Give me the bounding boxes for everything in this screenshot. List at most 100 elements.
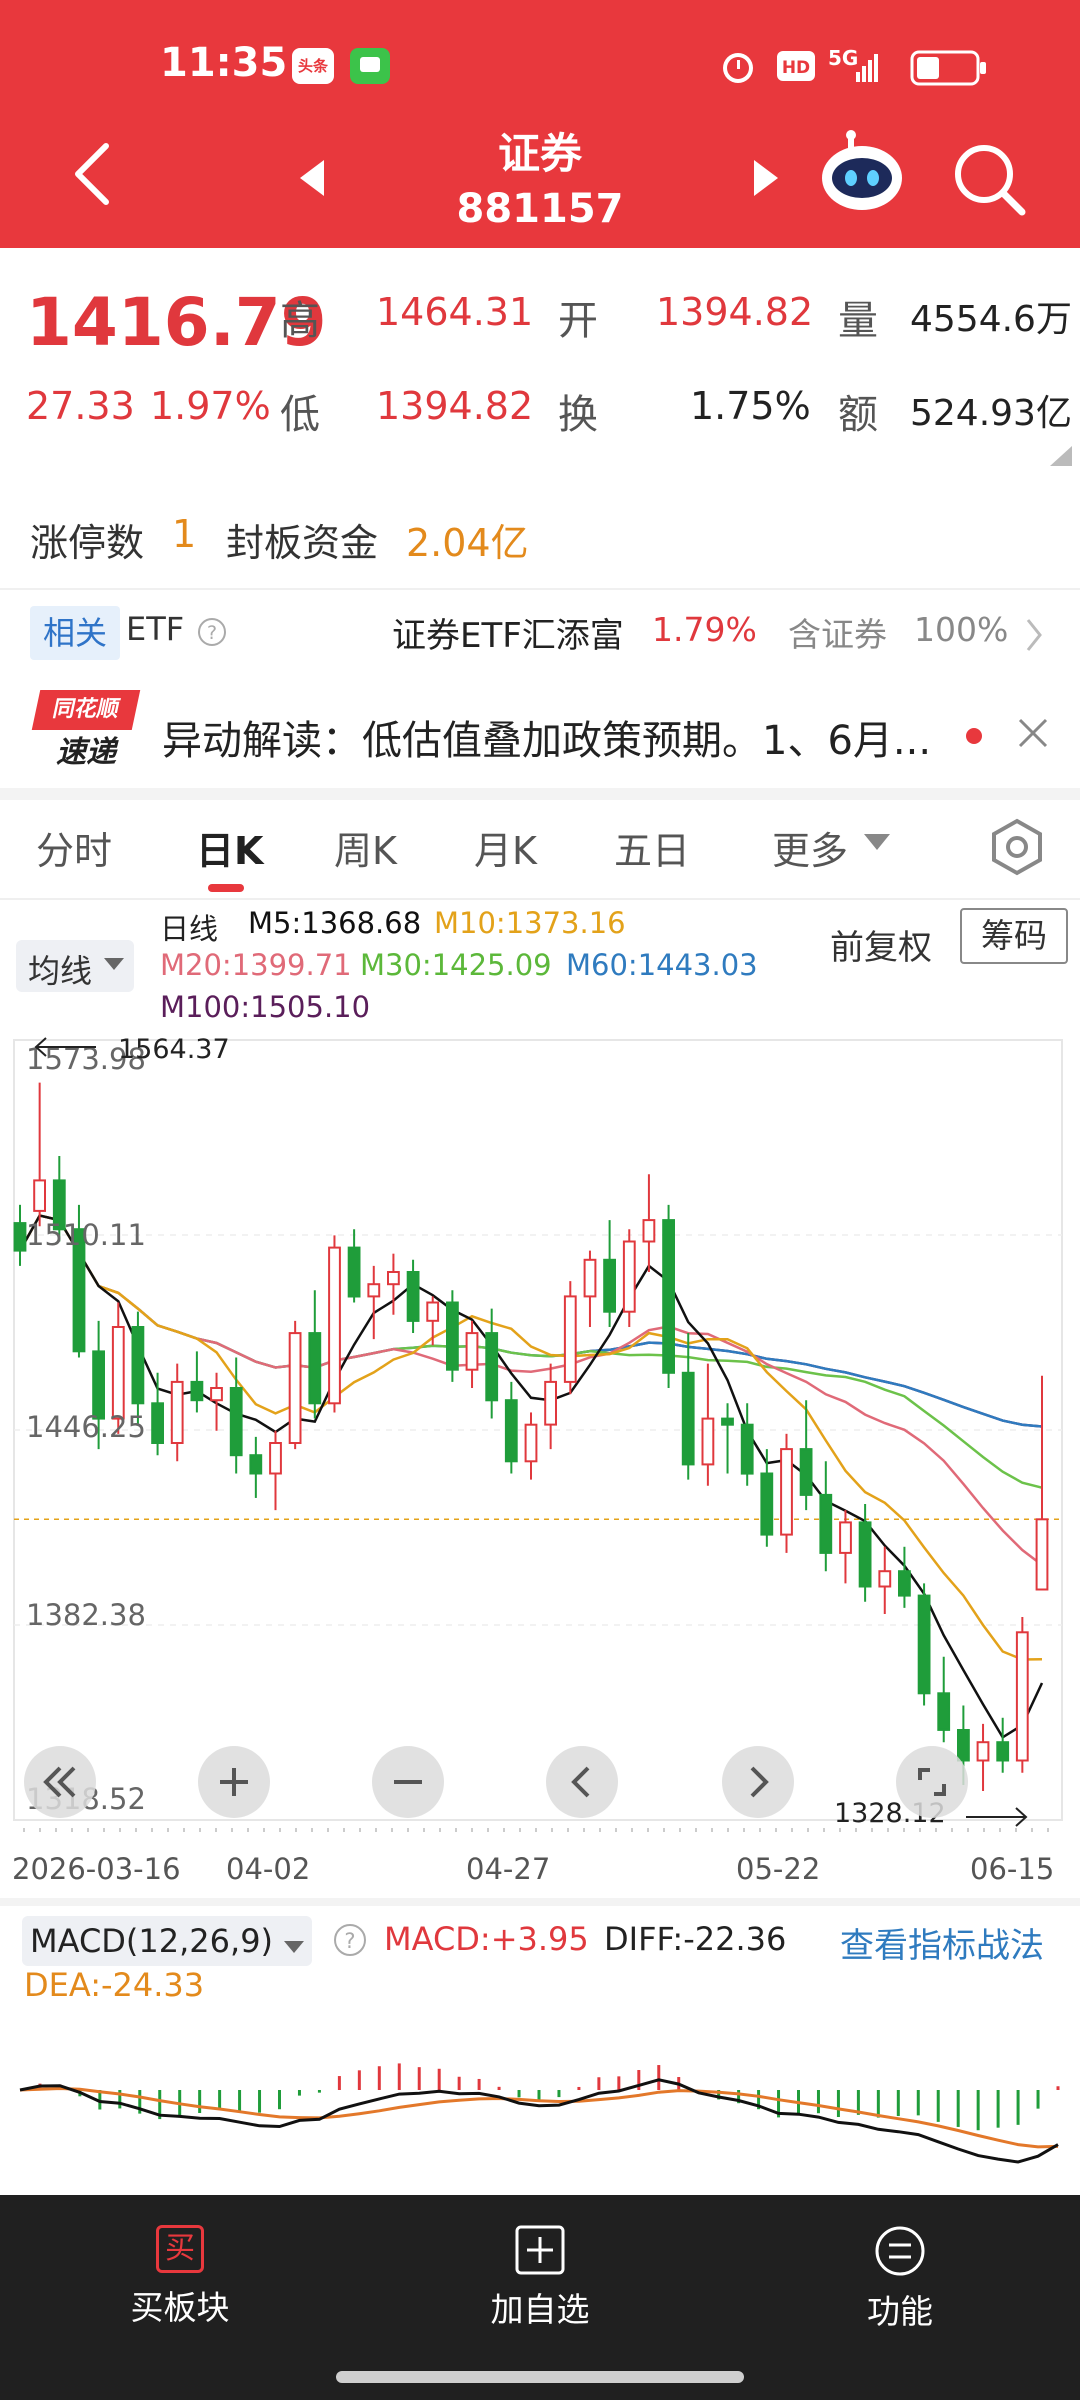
candle-body [387, 1271, 400, 1286]
limit-up-label: 涨停数 [30, 521, 145, 565]
candle-body [288, 1332, 302, 1445]
page-title: 证券 [497, 129, 582, 178]
candle-body [642, 1219, 656, 1243]
ma-selector[interactable]: 均线 [16, 940, 134, 992]
etf-pct: 1.79% [652, 610, 757, 649]
min-arrow-icon [966, 1807, 1028, 1827]
contain-pct: 100% [914, 610, 1009, 649]
ma60-label: M60:1443.03 [566, 948, 758, 982]
robot-assistant-icon[interactable] [818, 130, 906, 218]
candle-body [721, 1417, 734, 1426]
settings-hexagon-icon[interactable] [988, 818, 1046, 876]
news-text: 异动解读：低估值叠加政策预期。1、6月... [162, 718, 932, 764]
strategy-link[interactable]: 查看指标战法 [840, 1918, 1044, 1967]
candle-body [622, 1240, 636, 1313]
candle-body [170, 1380, 184, 1444]
related-etf-row[interactable]: 相关 ETF ? 证券ETF汇添富 1.79% 含证券 100% [0, 598, 1080, 674]
home-indicator [336, 2371, 744, 2383]
dea-value: DEA:-24.33 [24, 1966, 205, 2004]
candle-body [583, 1258, 597, 1298]
search-icon[interactable] [952, 142, 1028, 218]
x-tick-label: 04-27 [466, 1852, 551, 1886]
macd-chart [19, 2063, 1060, 2164]
divider [0, 588, 1080, 590]
candle-body [740, 1423, 754, 1475]
y-tick-label: 1446.25 [26, 1410, 146, 1444]
candle-body [111, 1326, 125, 1420]
high-label: 高 [280, 298, 320, 344]
scroll-start-button[interactable] [24, 1746, 96, 1818]
next-stock-icon[interactable] [750, 158, 782, 198]
svg-text:HD: HD [782, 58, 810, 78]
candlestick-chart[interactable] [0, 1030, 1080, 1860]
candle-body [210, 1387, 223, 1402]
header-bar: 11:35 头条 HD 5G 证券 881157 [0, 0, 1080, 248]
candle-body [229, 1387, 243, 1457]
adjust-label[interactable]: 前复权 [830, 920, 932, 969]
open-label: 开 [558, 298, 598, 344]
function-button[interactable]: 功能 [800, 2225, 1000, 2333]
x-tick-label: 06-15 [970, 1852, 1055, 1886]
message-app-icon [350, 48, 390, 84]
ths-news-logo: 同花顺 速递 [31, 690, 141, 776]
candle-body [13, 1222, 27, 1252]
help-icon[interactable]: ? [196, 616, 228, 648]
contain-label: 含证券 [788, 615, 887, 654]
seal-fund-label: 封板资金 [226, 521, 379, 565]
zoom-in-button[interactable] [198, 1746, 270, 1818]
candle-body [563, 1295, 577, 1383]
candle-body [92, 1350, 105, 1420]
news-ticker[interactable]: 同花顺 速递 异动解读：低估值叠加政策预期。1、6月... [0, 684, 1080, 790]
x-tick-label: 05-22 [736, 1852, 821, 1886]
candle-body [799, 1448, 813, 1496]
close-icon[interactable] [1016, 716, 1050, 750]
x-tick-label: 04-02 [226, 1852, 311, 1886]
dropdown-arrow-icon [864, 834, 890, 850]
tab-weekly-k[interactable]: 周K [334, 820, 397, 875]
ma5-label: M5:1368.68 [248, 906, 422, 940]
svg-text:?: ? [207, 622, 217, 644]
tab-monthly-k[interactable]: 月K [474, 820, 537, 875]
signal-icon [856, 54, 878, 82]
daily-line-label: 日线 [160, 912, 219, 946]
volume-value: 4554.6万 [910, 299, 1072, 340]
candle-body [917, 1594, 931, 1695]
scroll-left-button[interactable] [546, 1746, 618, 1818]
max-price-label: 1564.37 [118, 1034, 230, 1065]
tabs-divider [0, 898, 1080, 900]
ma100-label: M100:1505.10 [160, 990, 371, 1024]
amount-value: 524.93亿 [910, 393, 1072, 434]
macd-selector[interactable]: MACD(12,26,9) [22, 1916, 313, 1966]
candle-body [544, 1380, 558, 1426]
candle-body [1015, 1631, 1029, 1762]
candle-body [446, 1301, 459, 1371]
hd-icon: HD [777, 51, 815, 81]
tab-more[interactable]: 更多 [772, 820, 848, 875]
toutiao-badge-icon: 头条 [292, 48, 334, 84]
buy-sector-button[interactable]: 买 买板块 [80, 2225, 280, 2329]
low-label: 低 [280, 392, 320, 438]
candle-body [681, 1371, 695, 1466]
candle-body [524, 1423, 538, 1463]
scroll-right-button[interactable] [722, 1746, 794, 1818]
candle-body [406, 1271, 420, 1322]
chips-button[interactable]: 筹码 [960, 908, 1068, 964]
limit-up-count: 1 [172, 512, 197, 556]
candle-body [760, 1472, 774, 1536]
expand-corner-icon[interactable] [1050, 446, 1072, 466]
tab-timeshare[interactable]: 分时 [36, 820, 112, 875]
tab-daily-k[interactable]: 日K [196, 820, 263, 875]
fullscreen-button[interactable] [896, 1746, 968, 1818]
candle-body [996, 1741, 1010, 1762]
add-watchlist-button[interactable]: 加自选 [440, 2225, 640, 2331]
price-change: 27.33 [26, 384, 135, 428]
tab-five-day[interactable]: 五日 [614, 820, 690, 875]
macd-help-icon[interactable]: ? [332, 1922, 368, 1958]
unread-dot [966, 728, 982, 744]
candle-body [485, 1332, 499, 1402]
candle-body [976, 1741, 990, 1762]
buy-icon: 买 [156, 2225, 204, 2273]
zoom-out-button[interactable] [372, 1746, 444, 1818]
candle-body [1035, 1518, 1049, 1591]
candle-body [249, 1454, 263, 1475]
